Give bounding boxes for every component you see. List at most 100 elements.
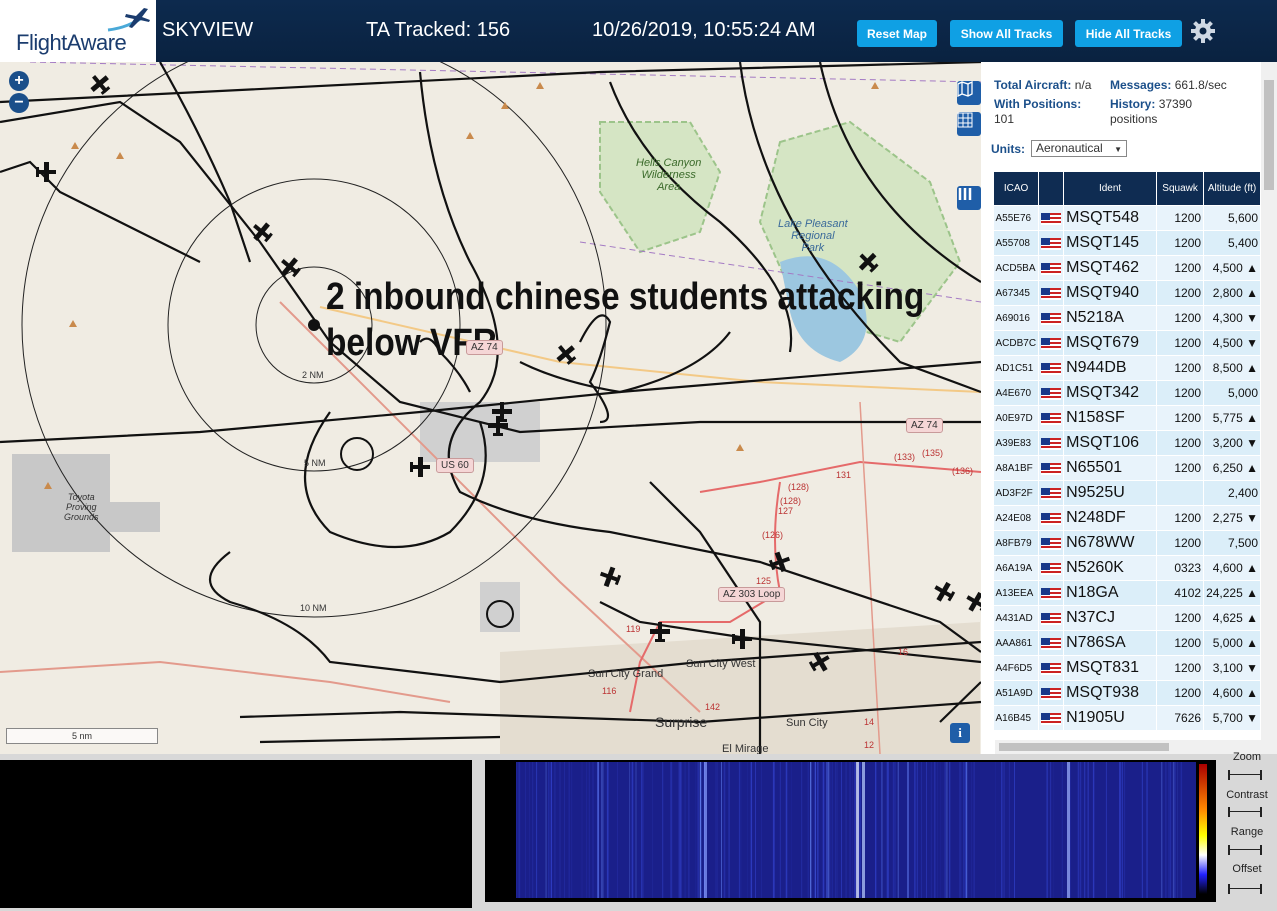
cell-squawk: 4102 [1156,580,1205,606]
cell-squawk: 1200 [1156,380,1205,406]
table-row[interactable]: A13EEA N18GA 4102 24,225 ▲ [993,580,1261,606]
cell-altitude: 3,100 ▼ [1203,655,1261,681]
scrollbar-thumb[interactable] [1264,80,1274,190]
table-header-row: ICAO Ident Squawk Altitude (ft) [992,171,1261,206]
cell-ident: N786SA [1063,630,1158,656]
exit-label: (128) [788,482,810,492]
zoom-out-button[interactable]: − [9,93,29,113]
range-slider[interactable] [1228,845,1262,855]
col-altitude[interactable]: Altitude (ft) [1203,171,1261,206]
cell-squawk: 1200 [1156,530,1205,556]
cell-icao: AD1C51 [993,355,1040,381]
table-row[interactable]: A55708 MSQT145 1200 5,400 [993,230,1261,256]
aircraft-panel: Total Aircraft: n/a With Positions: 101 … [981,62,1277,754]
cell-ident: N5218A [1063,305,1158,331]
cell-icao: A0E97D [993,405,1040,431]
table-row[interactable]: A4F6D5 MSQT831 1200 3,100 ▼ [993,655,1261,681]
show-all-tracks-button[interactable]: Show All Tracks [950,20,1063,47]
cell-squawk: 1200 [1156,505,1205,531]
units-select[interactable]: Aeronautical [1031,140,1127,157]
flag-icon [1038,480,1065,506]
cell-altitude: 3,200 ▼ [1203,430,1261,456]
grid-icon[interactable] [957,112,981,136]
flag-icon [1038,205,1065,231]
orbit-track [340,437,374,471]
table-row[interactable]: A8A1BF N65501 1200 6,250 ▲ [993,455,1261,481]
map-canvas[interactable] [0,62,981,754]
exit-label: 16 [898,647,909,657]
col-icao[interactable]: ICAO [992,171,1040,206]
table-row[interactable]: ACDB7C MSQT679 1200 4,500 ▼ [993,330,1261,356]
cell-icao: A69016 [993,305,1040,331]
col-flag[interactable] [1038,171,1065,206]
cell-altitude: 4,600 ▲ [1203,680,1261,706]
table-row[interactable]: A67345 MSQT940 1200 2,800 ▲ [993,280,1261,306]
history-unit: positions [1110,112,1158,126]
flag-icon [1038,455,1065,481]
us-flag-icon [1041,362,1062,375]
history: History: 37390 positions [1110,97,1192,127]
col-ident[interactable]: Ident [1063,171,1158,206]
messages-label: Messages: [1110,78,1172,92]
table-row[interactable]: AAA861 N786SA 1200 5,000 ▲ [993,630,1261,656]
exit-label: (126) [762,530,784,540]
cell-ident: N9525U [1063,480,1158,506]
zoom-slider[interactable] [1228,770,1262,780]
table-row[interactable]: AD1C51 N944DB 1200 8,500 ▲ [993,355,1261,381]
cell-altitude: 5,400 [1203,230,1261,256]
total-aircraft: Total Aircraft: n/a [994,78,1091,93]
info-button[interactable]: i [950,723,970,743]
cell-icao: AD3F2F [993,480,1040,506]
table-row[interactable]: A8FB79 N678WW 1200 7,500 [993,530,1261,556]
zoom-in-button[interactable]: + [9,71,29,91]
cell-icao: ACDB7C [993,330,1040,356]
exit-label: 127 [778,506,794,516]
us-flag-icon [1041,287,1062,300]
table-row[interactable]: A4E670 MSQT342 1200 5,000 [993,380,1261,406]
cell-icao: ACD5BA [993,255,1040,281]
us-flag-icon [1041,462,1062,475]
table-row[interactable]: A51A9D MSQT938 1200 4,600 ▲ [993,680,1261,706]
flightaware-logo[interactable]: FlightAware [0,0,156,62]
reset-map-button[interactable]: Reset Map [857,20,937,47]
az74-shield: AZ 74 [906,418,943,433]
us-flag-icon [1041,212,1062,225]
gear-icon[interactable] [1190,18,1216,44]
cell-icao: A4E670 [993,380,1040,406]
exit-label: 116 [602,686,617,696]
offset-slider[interactable] [1228,884,1262,894]
table-row[interactable]: A0E97D N158SF 1200 5,775 ▲ [993,405,1261,431]
columns-toggle-icon[interactable] [957,186,981,210]
map-view[interactable]: + − 2 inbound chinese students attacking… [0,62,981,754]
cell-squawk: 1200 [1156,255,1205,281]
table-row[interactable]: A55E76 MSQT548 1200 5,600 [993,205,1261,231]
hide-all-tracks-button[interactable]: Hide All Tracks [1075,20,1182,47]
table-row[interactable]: AD3F2F N9525U 2,400 [993,480,1261,506]
cell-squawk: 1200 [1156,655,1205,681]
color-scale [1199,764,1207,894]
map-layers-icon[interactable] [957,81,981,105]
offset-label: Offset [1232,863,1262,875]
col-squawk[interactable]: Squawk [1156,171,1205,206]
cell-icao: A431AD [993,605,1040,631]
cell-squawk: 1200 [1156,405,1205,431]
table-row[interactable]: A69016 N5218A 1200 4,300 ▼ [993,305,1261,331]
tracked-count: TA Tracked: 156 [366,19,511,41]
table-row[interactable]: A431AD N37CJ 1200 4,625 ▲ [993,605,1261,631]
cell-squawk: 1200 [1156,605,1205,631]
cell-squawk: 1200 [1156,630,1205,656]
table-row[interactable]: A24E08 N248DF 1200 2,275 ▼ [993,505,1261,531]
exit-label: (135) [922,448,944,458]
table-row[interactable]: ACD5BA MSQT462 1200 4,500 ▲ [993,255,1261,281]
scrollbar-thumb[interactable] [999,743,1169,751]
panel-vertical-scrollbar[interactable] [1261,62,1277,754]
cell-altitude: 5,775 ▲ [1203,405,1261,431]
contrast-slider[interactable] [1228,807,1262,817]
us-flag-icon [1041,437,1062,450]
annotation-text: 2 inbound chinese students attacking bel… [326,276,925,364]
table-row[interactable]: A6A19A N5260K 0323 4,600 ▲ [993,555,1261,581]
table-row[interactable]: A16B45 N1905U 7626 5,700 ▼ [993,705,1261,731]
cell-ident: MSQT106 [1063,430,1158,456]
cell-altitude: 2,800 ▲ [1203,280,1261,306]
table-row[interactable]: A39E83 MSQT106 1200 3,200 ▼ [993,430,1261,456]
